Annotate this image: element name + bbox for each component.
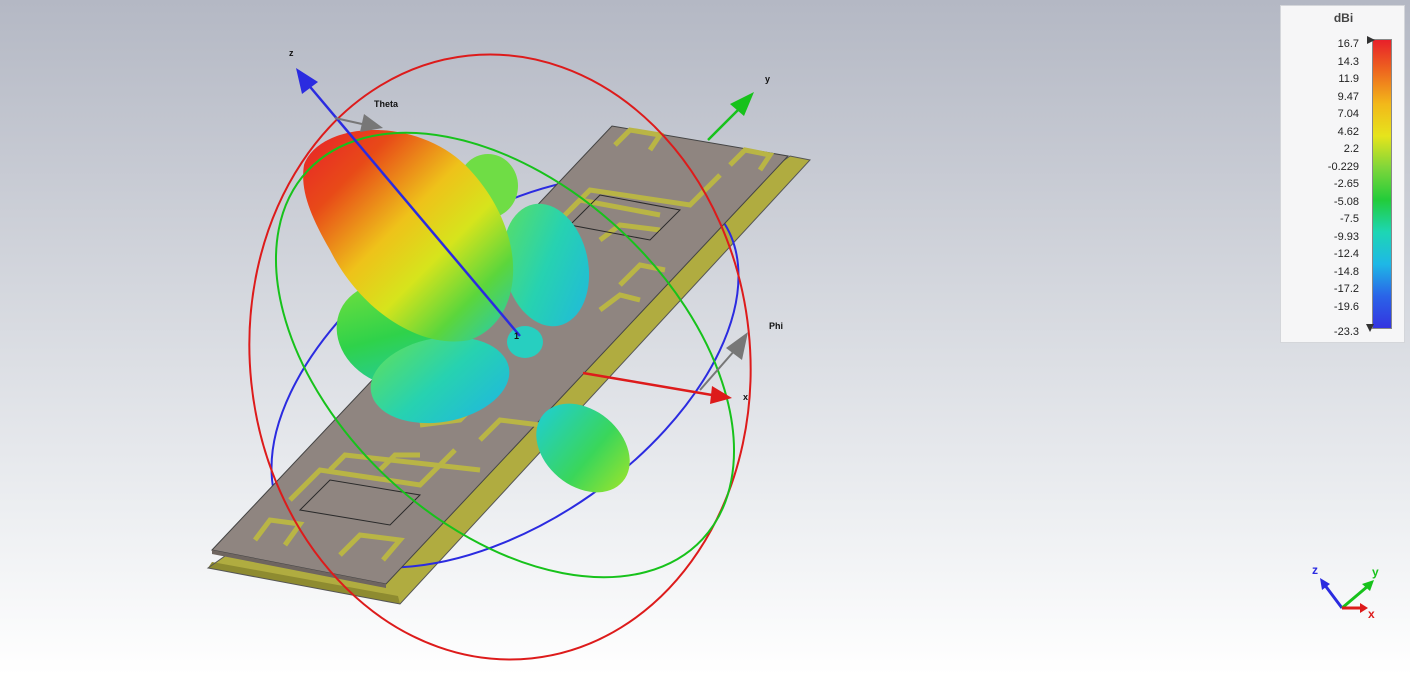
legend-color-bar: [1372, 39, 1392, 329]
legend-tick: 2.2: [1343, 143, 1359, 156]
triad-x-label: x: [1368, 607, 1375, 621]
orientation-triad: z y x: [1312, 563, 1379, 621]
legend-tick: -5.08: [1333, 195, 1359, 208]
phi-label: Phi: [769, 321, 783, 331]
legend-tick: 16.7: [1337, 38, 1359, 50]
legend-tick: -12.4: [1333, 248, 1359, 261]
small-lobe: [507, 326, 543, 358]
legend-tick: 7.04: [1337, 108, 1359, 121]
legend-tick: -2.65: [1333, 178, 1359, 191]
legend-tick: 14.3: [1337, 55, 1359, 68]
legend-tick: 11.9: [1338, 73, 1359, 86]
port-label: 1: [514, 331, 519, 341]
legend-tick: 9.47: [1337, 90, 1359, 103]
y-axis-label: y: [765, 74, 770, 84]
color-legend: dBi 16.7 14.3 11.9 9.47 7.04 4.62 2.2 -0.229 -2.…: [1280, 5, 1405, 343]
x-axis-label: x: [743, 392, 748, 402]
legend-tick: -7.5: [1340, 213, 1359, 226]
legend-tick: -17.2: [1333, 283, 1359, 296]
legend-tick: -19.6: [1333, 301, 1359, 313]
z-axis-label: z: [289, 48, 294, 58]
legend-tick: 4.62: [1337, 125, 1359, 138]
triad-y-label: y: [1372, 565, 1379, 579]
legend-unit: dBi: [1333, 11, 1354, 25]
legend-tick: -9.93: [1333, 230, 1359, 243]
legend-tick: -14.8: [1333, 265, 1359, 278]
3d-viewport[interactable]: z y x Theta Phi 1: [0, 0, 1410, 675]
legend-tick: -23.3: [1333, 326, 1359, 338]
y-axis: [707, 92, 754, 141]
theta-arrow: [334, 114, 383, 132]
theta-label: Theta: [374, 99, 399, 109]
legend-tick: -0.229: [1327, 160, 1359, 173]
triad-z-label: z: [1312, 563, 1318, 577]
